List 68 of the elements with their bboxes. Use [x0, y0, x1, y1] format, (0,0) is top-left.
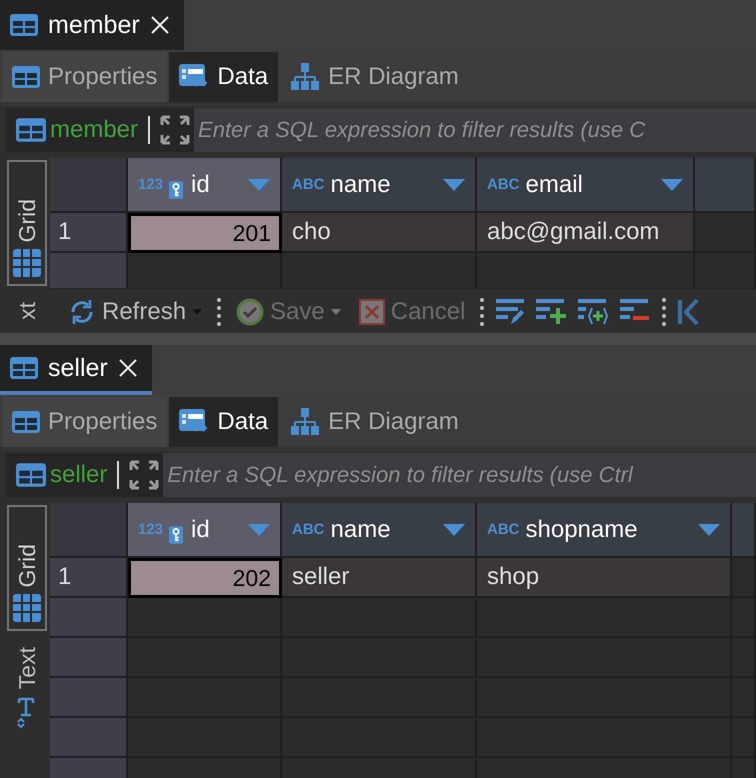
view-tab[interactable]: xt	[7, 296, 47, 326]
tab-title: member	[48, 10, 140, 40]
type-label: ABC	[487, 176, 520, 193]
column-header[interactable]: ABC name	[282, 158, 477, 213]
table-name: seller	[50, 461, 108, 489]
column-header[interactable]: 123 id	[128, 158, 282, 213]
dropdown-icon[interactable]	[698, 524, 720, 536]
table-name: member	[50, 116, 138, 144]
table-icon	[16, 118, 46, 142]
filter-field[interactable]: Enter a SQL expression to filter results (use C	[194, 108, 756, 152]
type-label: 123	[138, 176, 164, 193]
view-tab[interactable]: Grid	[7, 160, 47, 286]
diagram-icon	[290, 408, 320, 436]
dropdown-icon[interactable]	[443, 524, 465, 536]
table-cell[interactable]: 202	[128, 558, 282, 598]
column-header[interactable]: ABC email	[477, 158, 695, 213]
dropdown-icon[interactable]	[443, 178, 465, 190]
expand-icon[interactable]	[129, 460, 160, 490]
toolbar-separator	[479, 296, 486, 326]
column-header[interactable]: 123 id	[128, 503, 282, 558]
type-label: ABC	[487, 521, 520, 538]
editor-tab[interactable]: member	[0, 0, 184, 50]
row-number[interactable]: 1	[50, 213, 128, 253]
editor-tab[interactable]: seller	[0, 345, 152, 395]
dropdown-icon[interactable]	[248, 178, 270, 190]
tab[interactable]: Data	[169, 52, 278, 102]
filter-field[interactable]: Enter a SQL expression to filter results (use Ctrl	[163, 453, 756, 497]
table-selector[interactable]: member	[6, 108, 194, 152]
expand-icon[interactable]	[160, 115, 190, 145]
table-icon	[10, 14, 38, 36]
add-row-icon[interactable]	[535, 298, 568, 326]
toolbar-button[interactable]: Refresh	[64, 298, 206, 326]
close-icon[interactable]	[118, 358, 138, 378]
grid-icon	[12, 593, 42, 623]
tab-title: seller	[48, 354, 108, 382]
table-cell[interactable]: shop	[477, 558, 732, 598]
diagram-icon	[290, 63, 320, 91]
table-cell[interactable]: abc@gmail.com	[477, 213, 695, 253]
toolbar-separator	[216, 296, 222, 326]
table-icon	[12, 66, 40, 88]
column-header[interactable]: ABC shopname	[477, 503, 732, 558]
check-icon	[236, 298, 264, 326]
type-label: 123	[138, 521, 164, 538]
toolbar-separator	[661, 296, 668, 326]
table-icon	[16, 463, 46, 487]
type-label: ABC	[292, 176, 324, 193]
row-number[interactable]: 1	[50, 558, 128, 598]
table-icon	[10, 357, 38, 379]
table-cell[interactable]: seller	[282, 558, 477, 598]
copy-row-icon[interactable]	[577, 298, 610, 326]
type-label: ABC	[292, 521, 324, 538]
view-tab[interactable]: Text	[7, 641, 47, 736]
first-page-icon[interactable]	[677, 298, 700, 326]
close-icon[interactable]	[150, 15, 170, 35]
column-header[interactable]: ABC name	[282, 503, 477, 558]
grid-icon	[12, 248, 42, 278]
table-cell[interactable]: 201	[128, 213, 282, 253]
table-selector[interactable]: seller	[6, 453, 164, 497]
edit-row-icon[interactable]	[495, 298, 526, 326]
tab[interactable]: Data	[169, 397, 278, 447]
dropdown-icon[interactable]	[661, 178, 683, 190]
view-tab[interactable]: Grid	[7, 505, 47, 631]
tab[interactable]: Properties	[2, 52, 168, 102]
dropdown-icon[interactable]	[248, 524, 270, 536]
tab[interactable]: Properties	[2, 397, 168, 447]
table-icon	[12, 411, 40, 433]
cancel-icon	[358, 298, 385, 324]
table-cell[interactable]: cho	[282, 213, 477, 253]
